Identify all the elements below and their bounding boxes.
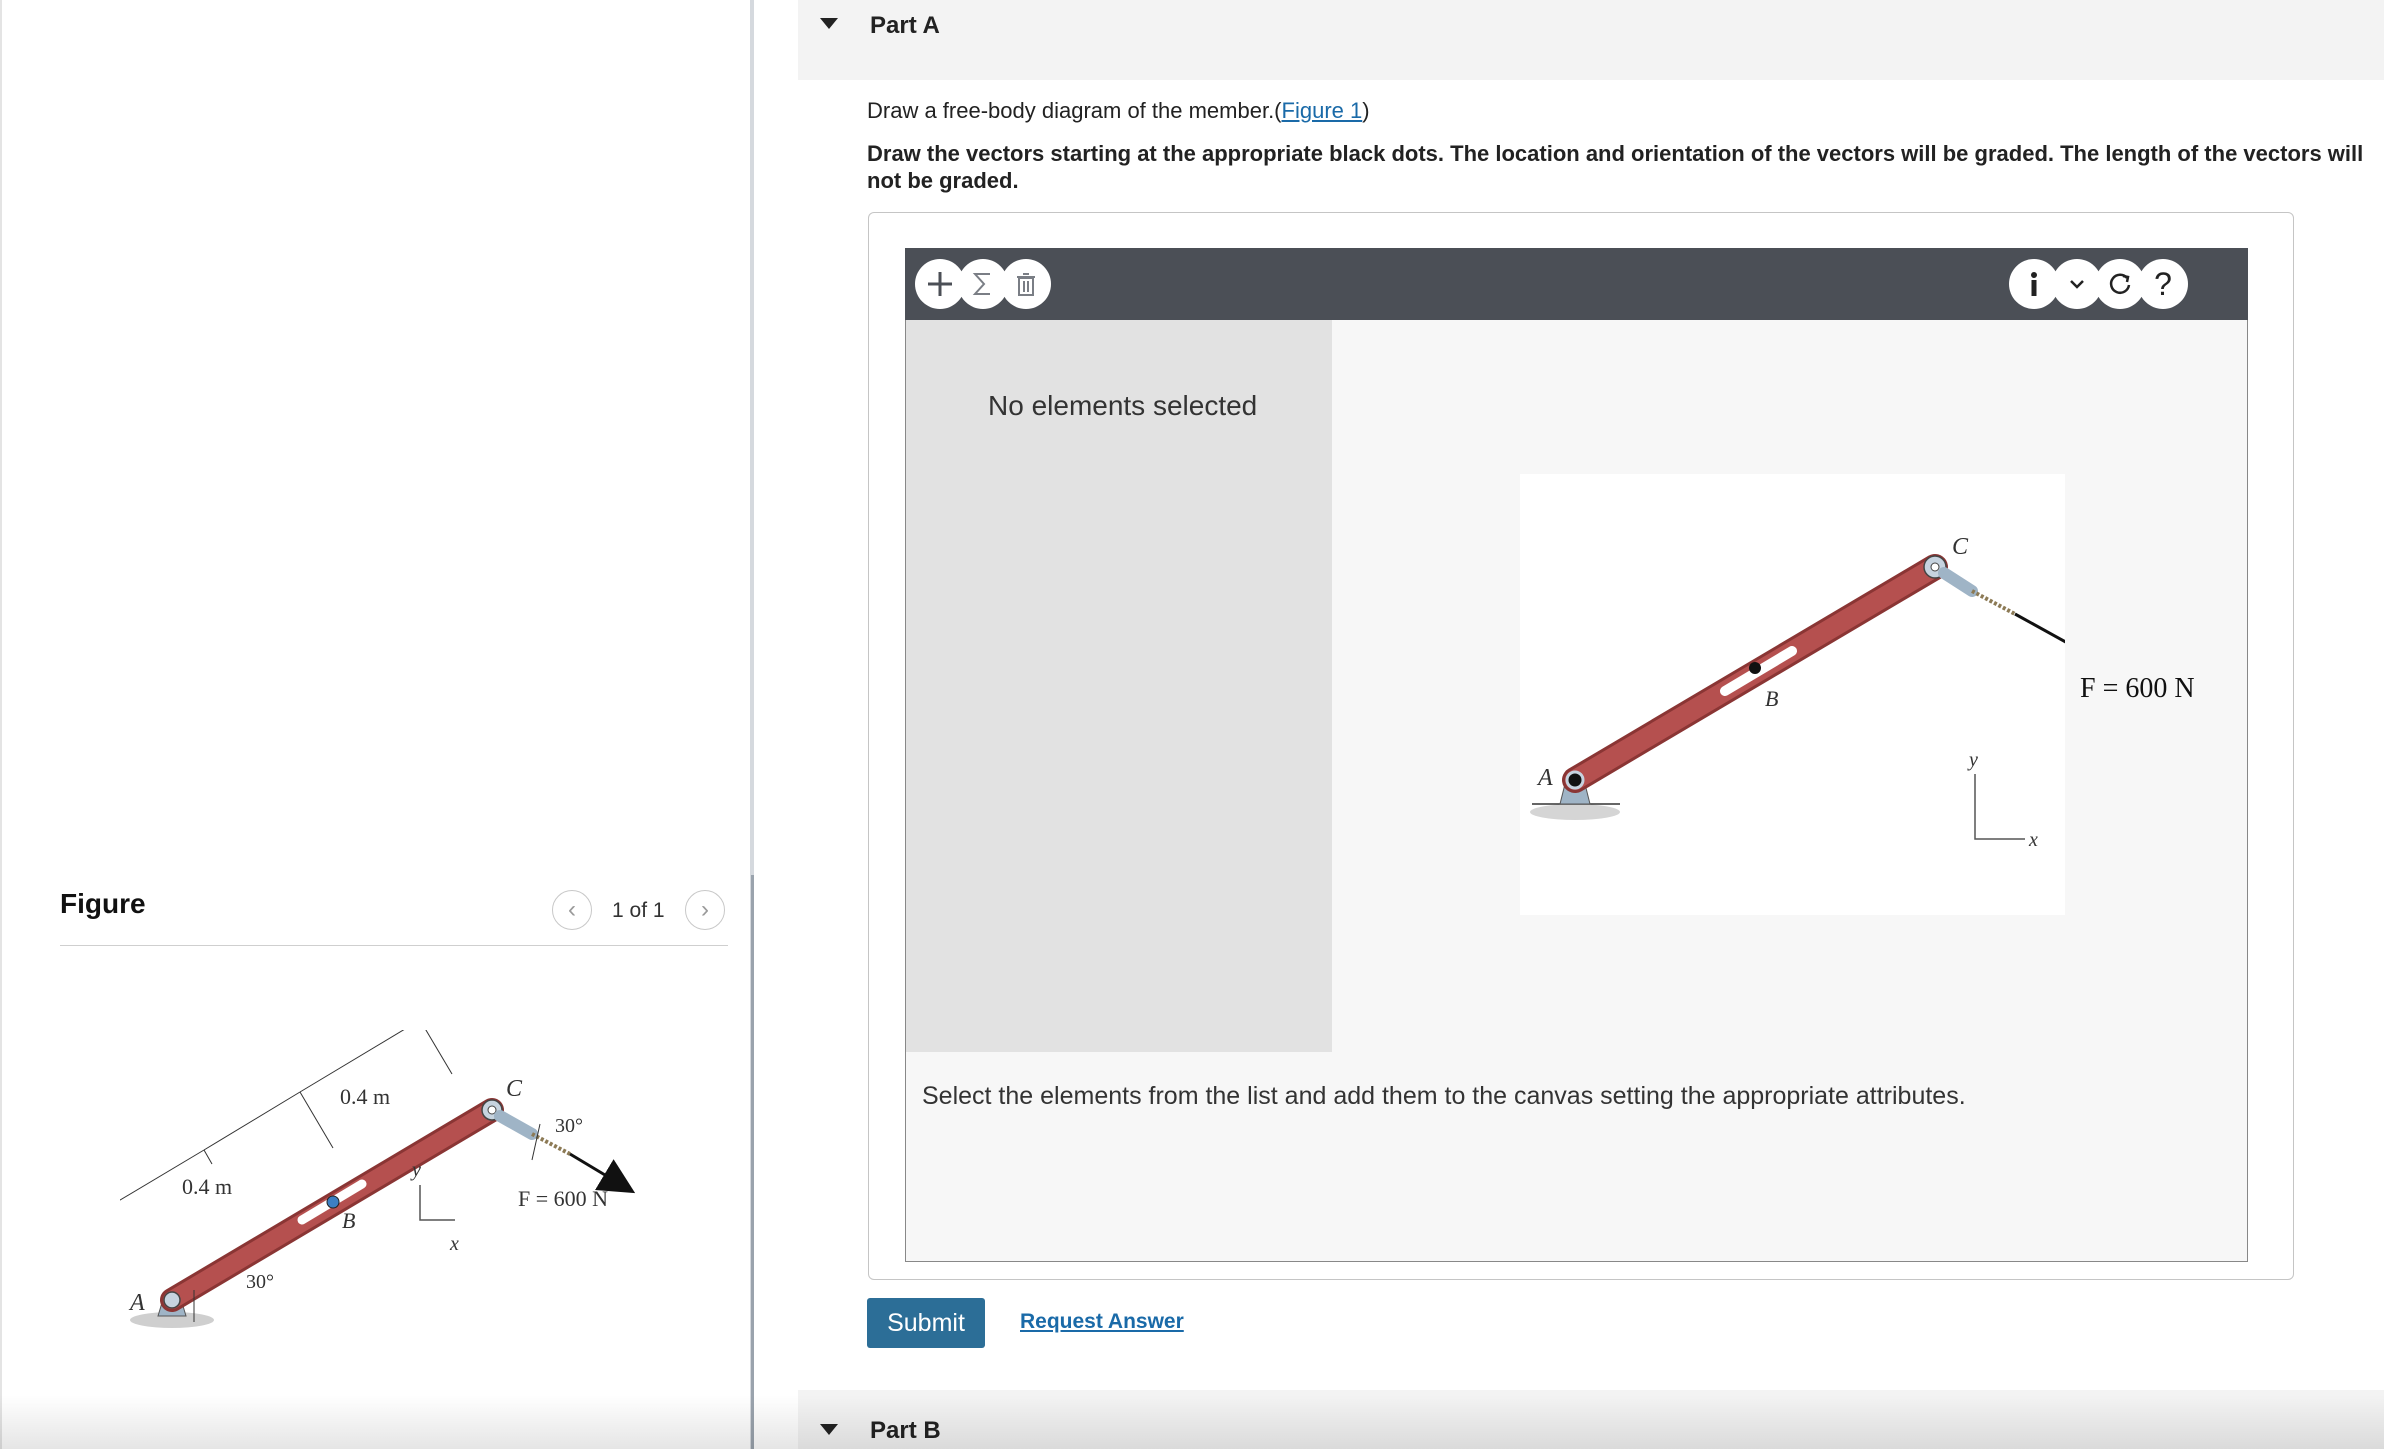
sum-icon xyxy=(972,273,990,295)
label-angle-force: 30° xyxy=(555,1115,583,1137)
element-list-panel[interactable] xyxy=(906,320,1332,1052)
canvas-label-c: C xyxy=(1952,534,1969,560)
instruction-text: Draw a free-body diagram of the member.(… xyxy=(867,98,1370,124)
figure-heading: Figure xyxy=(60,888,146,919)
canvas-label-axis-y: y xyxy=(1967,749,1978,771)
caret-down-icon[interactable] xyxy=(820,18,838,29)
label-axis-x: x xyxy=(449,1233,459,1255)
chevron-right-icon: › xyxy=(701,896,709,923)
info-icon xyxy=(2031,272,2037,296)
panel-scrollbar[interactable] xyxy=(751,875,754,1449)
figure-pager: 1 of 1 xyxy=(612,899,665,922)
part-b-title: Part B xyxy=(870,1417,941,1444)
label-a: A xyxy=(128,1290,145,1316)
pin-c-center xyxy=(487,1105,497,1115)
canvas-label-axis-x: x xyxy=(2028,829,2038,851)
label-c: C xyxy=(506,1076,523,1102)
submit-button[interactable]: Submit xyxy=(867,1298,985,1348)
canvas-point-a-dot[interactable] xyxy=(1565,770,1585,790)
figure-diagram: A B C 0.4 m 0.4 m 30° 30° F = 600 N x y xyxy=(120,1030,636,1328)
label-dim-2: 0.4 m xyxy=(340,1084,390,1109)
canvas-label-b: B xyxy=(1765,686,1778,711)
canvas-clevis-c xyxy=(1938,567,1978,597)
figure-next-button[interactable]: › xyxy=(685,890,725,930)
figure-divider xyxy=(60,945,728,946)
point-b-dot xyxy=(326,1195,340,1209)
label-angle-member: 30° xyxy=(246,1271,274,1293)
instruction-bold: Draw the vectors starting at the appropr… xyxy=(867,141,2364,193)
instruction-suffix: ) xyxy=(1362,98,1370,123)
clevis-c xyxy=(494,1110,538,1140)
part-a-header[interactable] xyxy=(798,0,2384,80)
cable xyxy=(531,1132,571,1156)
canvas-point-c-dot[interactable] xyxy=(1930,562,1940,572)
delete-button[interactable] xyxy=(1001,259,1051,309)
chevron-left-icon: ‹ xyxy=(568,896,576,923)
label-dim-1: 0.4 m xyxy=(182,1174,232,1199)
instruction-prefix: Draw a free-body diagram of the member.( xyxy=(867,98,1282,123)
part-b-header[interactable] xyxy=(798,1390,2384,1449)
reset-icon xyxy=(2109,273,2131,294)
add-icon xyxy=(928,272,952,296)
canvas-force-label: F = 600 N xyxy=(2080,673,2195,704)
dim-line-2 xyxy=(203,1091,301,1151)
label-axis-y: y xyxy=(410,1159,421,1181)
request-answer-link[interactable]: Request Answer xyxy=(1020,1310,1184,1334)
pin-a xyxy=(163,1291,181,1309)
status-text: Select the elements from the list and ad… xyxy=(922,1082,1966,1110)
drawing-toolbar: ? xyxy=(905,248,2248,320)
caret-down-icon[interactable] xyxy=(820,1424,838,1435)
canvas-point-b-dot[interactable] xyxy=(1749,662,1761,674)
help-icon: ? xyxy=(2154,265,2172,302)
figure-link[interactable]: Figure 1 xyxy=(1282,98,1363,123)
part-a-title: Part A xyxy=(870,12,940,39)
canvas-ground-a xyxy=(1530,804,1620,820)
canvas-label-a: A xyxy=(1536,765,1553,791)
label-force: F = 600 N xyxy=(518,1186,608,1211)
canvas-figure: A B C y x xyxy=(1520,474,2065,915)
dim-line-3 xyxy=(299,1030,405,1093)
canvas-cable xyxy=(1971,589,2016,616)
label-b: B xyxy=(342,1208,355,1233)
help-button[interactable]: ? xyxy=(2138,259,2188,309)
force-arrow xyxy=(569,1152,636,1194)
figure-prev-button[interactable]: ‹ xyxy=(552,890,592,930)
trash-icon xyxy=(1017,273,1035,296)
no-elements-text: No elements selected xyxy=(988,390,1258,421)
canvas-force-arrow xyxy=(2014,612,2065,644)
canvas-coord-axes xyxy=(1974,774,2025,840)
chevron-down-icon xyxy=(2070,280,2084,289)
coord-axes xyxy=(419,1185,455,1221)
